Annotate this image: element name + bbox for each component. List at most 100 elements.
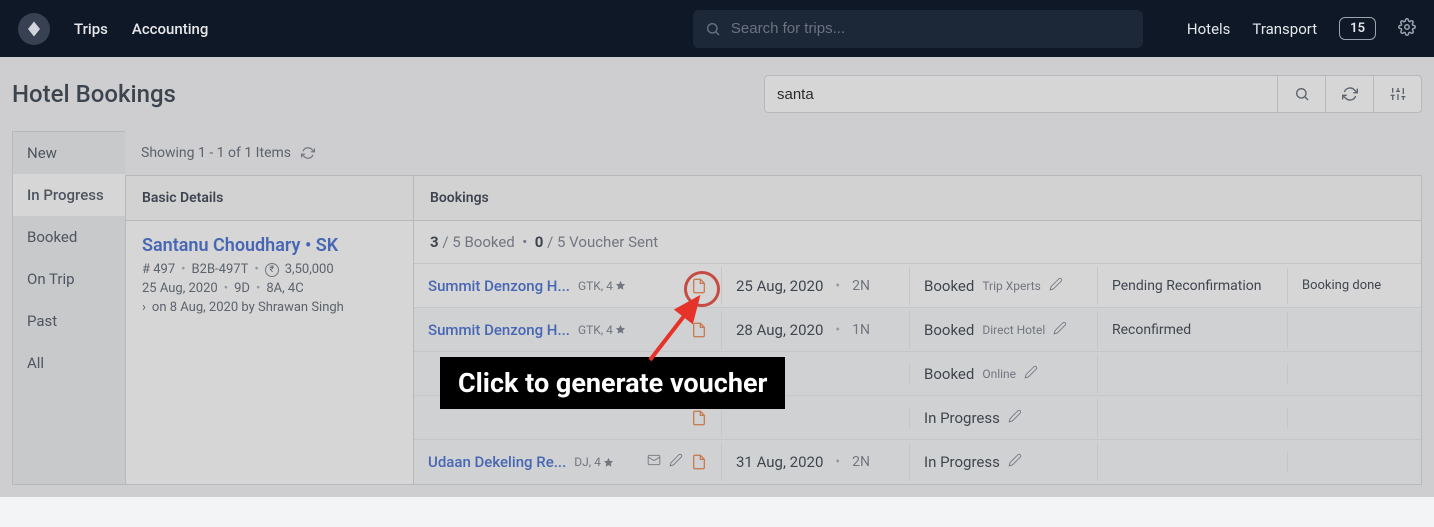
trip-date: 25 Aug, 2020 bbox=[142, 281, 218, 296]
booking-row: Udaan Dekeling Re... DJ, 4 31 Aug, 2020•2N… bbox=[414, 440, 1421, 484]
refresh-icon[interactable] bbox=[301, 146, 315, 160]
sidebar-item-new[interactable]: New bbox=[13, 132, 125, 174]
nav-transport[interactable]: Transport bbox=[1252, 20, 1317, 38]
settings-filter-button[interactable] bbox=[1374, 75, 1422, 113]
hotel-name[interactable]: Summit Denzong H... bbox=[428, 321, 570, 339]
dates-cell: 31 Aug, 2020•2N bbox=[722, 443, 910, 481]
refresh-icon bbox=[1342, 86, 1358, 102]
trip-created: on 8 Aug, 2020 by Shrawan Singh bbox=[152, 300, 344, 315]
done-cell bbox=[1288, 452, 1421, 472]
header-controls bbox=[764, 75, 1422, 113]
annotation-tooltip: Click to generate voucher bbox=[440, 357, 785, 409]
nav-links: Trips Accounting bbox=[74, 20, 208, 38]
sidebar-item-on-trip[interactable]: On Trip bbox=[13, 258, 125, 300]
page-title: Hotel Bookings bbox=[12, 80, 176, 108]
hotel-cell: Udaan Dekeling Re... DJ, 4 bbox=[414, 443, 722, 481]
booking-status: Booked bbox=[924, 321, 974, 339]
logo[interactable] bbox=[18, 13, 50, 45]
page-header: Hotel Bookings bbox=[0, 57, 1434, 131]
reconfirm-status: Reconfirmed bbox=[1112, 322, 1191, 338]
filter-input[interactable] bbox=[764, 75, 1278, 113]
dates-cell: 28 Aug, 2020•1N bbox=[722, 311, 910, 349]
booking-source: Trip Xperts bbox=[982, 279, 1041, 293]
trip-id: # 497 bbox=[142, 262, 175, 277]
edit-icon[interactable] bbox=[1008, 409, 1022, 427]
hotel-code: GTK, 4 bbox=[578, 323, 626, 337]
edit-icon[interactable] bbox=[1024, 365, 1038, 383]
done-cell bbox=[1288, 364, 1421, 384]
status-cell: Booked Trip Xperts bbox=[910, 267, 1098, 305]
trip-b2b: B2B-497T bbox=[192, 262, 249, 277]
refresh-button[interactable] bbox=[1326, 75, 1374, 113]
booking-nights: 1N bbox=[852, 322, 870, 338]
booking-date: 25 Aug, 2020 bbox=[736, 277, 823, 295]
notification-count[interactable]: 15 bbox=[1339, 17, 1376, 40]
trip-duration: 9D bbox=[234, 281, 250, 296]
sliders-icon bbox=[1390, 86, 1406, 102]
annotation-arrow bbox=[640, 290, 710, 369]
edit-icon[interactable] bbox=[1008, 453, 1022, 471]
trip-meta-3: › on 8 Aug, 2020 by Shrawan Singh bbox=[142, 300, 397, 315]
booking-done-label: Booking done bbox=[1302, 278, 1381, 293]
status-cell: In Progress bbox=[910, 443, 1098, 481]
booking-source: Online bbox=[982, 367, 1016, 381]
hotel-code: DJ, 4 bbox=[574, 455, 614, 469]
voucher-total: 5 bbox=[557, 233, 565, 251]
main: Showing 1 - 1 of 1 Items Basic Details B… bbox=[125, 131, 1422, 485]
global-search-input[interactable] bbox=[731, 20, 1131, 37]
col-basic-details: Basic Details bbox=[126, 176, 414, 220]
sidebar-item-in-progress[interactable]: In Progress bbox=[13, 174, 125, 216]
sidebar-item-booked[interactable]: Booked bbox=[13, 216, 125, 258]
nav-hotels[interactable]: Hotels bbox=[1187, 20, 1231, 38]
bookings-table: Basic Details Bookings Santanu Choudhary… bbox=[125, 175, 1422, 485]
sidebar-item-all[interactable]: All bbox=[13, 342, 125, 384]
trip-meta-2: 25 Aug, 2020 • 9D • 8A, 4C bbox=[142, 281, 397, 296]
booking-date: 31 Aug, 2020 bbox=[736, 453, 823, 471]
status-cell: In Progress bbox=[910, 399, 1098, 437]
hotel-code: GTK, 4 bbox=[578, 279, 626, 293]
sidebar-item-past[interactable]: Past bbox=[13, 300, 125, 342]
booking-status: Booked bbox=[924, 277, 974, 295]
booking-date: 28 Aug, 2020 bbox=[736, 321, 823, 339]
done-cell bbox=[1288, 408, 1421, 428]
voucher-doc-icon[interactable] bbox=[691, 454, 707, 470]
customer-name[interactable]: Santanu Choudhary • SK bbox=[142, 235, 397, 256]
bookings-cell: 3 / 5 Booked • 0 / 5 Voucher Sent Summit… bbox=[414, 221, 1421, 484]
reconfirm-cell bbox=[1098, 452, 1288, 472]
settings-button[interactable] bbox=[1398, 18, 1416, 40]
hotel-name[interactable]: Summit Denzong H... bbox=[428, 277, 570, 295]
chevron-right-icon: › bbox=[142, 300, 146, 315]
sidebar: NewIn ProgressBookedOn TripPastAll bbox=[12, 131, 125, 485]
topbar-right: Hotels Transport 15 bbox=[1187, 17, 1416, 40]
gear-icon bbox=[1398, 18, 1416, 36]
edit-icon[interactable] bbox=[1053, 321, 1067, 339]
col-bookings: Bookings bbox=[414, 176, 1421, 220]
edit-icon[interactable] bbox=[669, 453, 683, 471]
global-search[interactable] bbox=[693, 10, 1143, 48]
bookings-summary: 3 / 5 Booked • 0 / 5 Voucher Sent bbox=[414, 221, 1421, 264]
table-row: Santanu Choudhary • SK # 497 • B2B-497T … bbox=[126, 221, 1421, 484]
booked-total: 5 bbox=[452, 233, 460, 251]
nav-accounting[interactable]: Accounting bbox=[132, 20, 208, 38]
content-wrap: Hotel Bookings NewIn ProgressBookedOn Tr… bbox=[0, 57, 1434, 497]
voucher-count: 0 bbox=[535, 233, 544, 251]
nav-trips[interactable]: Trips bbox=[74, 20, 108, 38]
booked-count: 3 bbox=[430, 233, 439, 251]
showing-count: Showing 1 - 1 of 1 Items bbox=[125, 131, 1422, 175]
status-cell: Booked Online bbox=[910, 355, 1098, 393]
topbar: Trips Accounting Hotels Transport 15 bbox=[0, 0, 1434, 57]
booking-status: Booked bbox=[924, 365, 974, 383]
search-button[interactable] bbox=[1278, 75, 1326, 113]
voucher-doc-icon[interactable] bbox=[691, 410, 707, 426]
search-icon bbox=[705, 21, 721, 37]
dates-cell: 25 Aug, 2020•2N bbox=[722, 267, 910, 305]
booked-label: Booked bbox=[464, 233, 514, 251]
voucher-label: Voucher Sent bbox=[569, 233, 658, 251]
edit-icon[interactable] bbox=[1049, 277, 1063, 295]
booking-row: Summit Denzong H... GTK, 4 28 Aug, 2020•1N… bbox=[414, 308, 1421, 352]
reconfirm-status: Pending Reconfirmation bbox=[1112, 278, 1261, 294]
hotel-name[interactable]: Udaan Dekeling Re... bbox=[428, 453, 566, 471]
rupee-icon: ₹ bbox=[265, 263, 279, 277]
reconfirm-cell: Pending Reconfirmation bbox=[1098, 268, 1288, 304]
mail-icon[interactable] bbox=[647, 453, 661, 471]
